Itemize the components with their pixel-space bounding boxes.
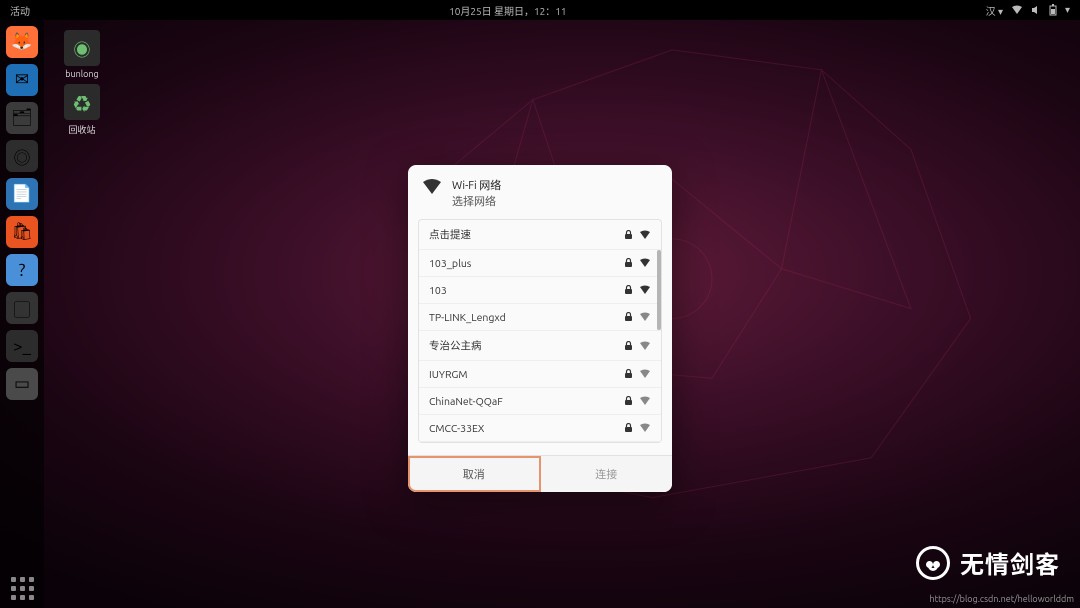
dialog-title: Wi-Fi 网络 [452,177,501,193]
network-row[interactable]: 点击提速 [419,220,661,250]
lock-icon [624,285,633,295]
watermark: 无情剑客 [916,545,1060,580]
dock-help-icon[interactable]: ? [6,254,38,286]
wifi-signal-icon [639,312,651,322]
battery-icon [1049,4,1057,16]
lock-icon [624,369,633,379]
network-ssid: CMCC-33EX [429,422,624,434]
dock-software-icon[interactable]: 🛍 [6,216,38,248]
dock-window-icon[interactable]: ▭ [6,368,38,400]
watermark-text: 无情剑客 [960,545,1060,580]
trash-icon: ♻ [64,84,100,120]
lock-icon [624,230,633,240]
dock: 🦊 ✉ 🗂 ◎ 📄 🛍? ▢ >_ ▭ [0,20,44,608]
wifi-icon [422,179,442,195]
wifi-signal-icon [639,369,651,379]
cancel-button[interactable]: 取消 [408,456,541,492]
dock-rhythmbox-icon[interactable]: ◎ [6,140,38,172]
connect-button[interactable]: 连接 [541,456,673,492]
desktop-icon-home[interactable]: ◉ bunlong [56,30,108,79]
clock[interactable]: 10月25日 星期日，12：11 [40,3,976,18]
network-ssid: TP-LINK_Lengxd [429,311,624,323]
network-ssid: 103_plus [429,257,624,269]
wifi-signal-icon [639,285,651,295]
network-row[interactable]: TP-LINK_Lengxd [419,304,661,331]
network-row[interactable]: ChinaNet-QQaF [419,388,661,415]
show-applications-button[interactable] [11,577,34,600]
network-row[interactable]: 专治公主病 [419,331,661,361]
network-row[interactable]: IUYRGM [419,361,661,388]
wechat-logo-icon [916,546,950,580]
network-ssid: 103 [429,284,624,296]
dock-files-icon[interactable]: 🗂 [6,102,38,134]
network-ssid: ChinaNet-QQaF [429,395,624,407]
lock-icon [624,258,633,268]
wifi-signal-icon [639,423,651,433]
wifi-signal-icon [639,230,651,240]
dialog-subtitle: 选择网络 [452,193,501,209]
dock-firefox-icon[interactable]: 🦊 [6,26,38,58]
network-ssid: IUYRGM [429,368,624,380]
dock-thunderbird-icon[interactable]: ✉ [6,64,38,96]
wifi-signal-icon [639,341,651,351]
desktop-icon-label: 回收站 [56,123,108,136]
top-panel: 活动 10月25日 星期日，12：11 汉 ▾ ▾ [0,0,1080,20]
network-ssid: 专治公主病 [429,338,624,353]
wifi-signal-icon [639,258,651,268]
chevron-down-icon: ▾ [1065,4,1070,16]
desktop-icon-trash[interactable]: ♻ 回收站 [56,84,108,136]
network-row[interactable]: CMCC-33EX [419,415,661,442]
network-row[interactable]: 103_plus [419,250,661,277]
volume-icon [1031,5,1041,15]
wifi-signal-icon [639,396,651,406]
scrollbar-thumb[interactable] [657,250,661,330]
desktop-icon-label: bunlong [56,69,108,79]
dock-terminal-icon[interactable]: >_ [6,330,38,362]
lock-icon [624,312,633,322]
network-list: 点击提速 103_plus 103 TP-LINK_Lengxd 专治公主病 IUYRGM… [418,219,662,443]
lock-icon [624,396,633,406]
activities-button[interactable]: 活动 [0,3,40,18]
network-ssid: 点击提速 [429,227,624,242]
input-method-indicator[interactable]: 汉 ▾ [986,3,1003,18]
dock-screenshot-icon[interactable]: ▢ [6,292,38,324]
lock-icon [624,341,633,351]
wifi-status-icon [1011,5,1023,15]
status-area[interactable]: 汉 ▾ ▾ [976,3,1080,18]
dock-writer-icon[interactable]: 📄 [6,178,38,210]
lock-icon [624,423,633,433]
home-folder-icon: ◉ [64,30,100,66]
footer-url: https://blog.csdn.net/helloworlddm [929,594,1074,604]
desktop-wallpaper: 活动 10月25日 星期日，12：11 汉 ▾ ▾ 🦊 ✉ 🗂 ◎ 📄 🛍? ▢ >_ ▭ ◉ … [0,0,1080,608]
network-row[interactable]: 103 [419,277,661,304]
wifi-network-dialog: Wi-Fi 网络 选择网络 点击提速 103_plus 103 TP-LINK_Len… [408,165,672,492]
